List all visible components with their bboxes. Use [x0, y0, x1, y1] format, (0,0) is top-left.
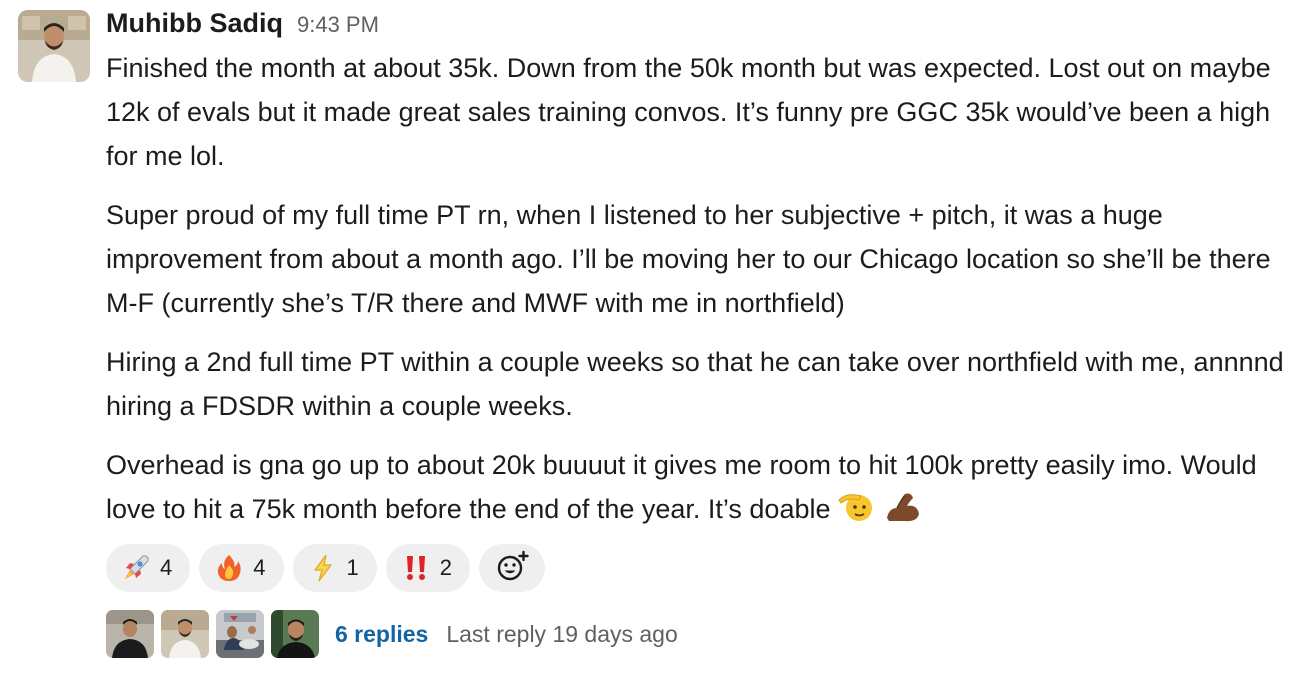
last-reply-text: Last reply 19 days ago [446, 620, 678, 647]
message-timestamp[interactable]: 9:43 PM [297, 12, 379, 38]
saluting-face-icon [837, 488, 877, 537]
author-avatar[interactable] [18, 10, 90, 82]
add-reaction-icon [495, 549, 529, 588]
add-reaction-button[interactable] [479, 544, 545, 592]
thread-summary: 6 replies Last reply 19 days ago [106, 608, 678, 660]
reaction-count: 2 [439, 555, 452, 580]
message-header: Muhibb Sadiq 9:43 PM [106, 8, 1286, 46]
reply-avatar-4[interactable] [271, 610, 319, 658]
message-paragraph-1: Finished the month at about 35k. Down fr… [106, 53, 1271, 171]
rocket-icon [120, 552, 152, 584]
message-paragraph-4: Overhead is gna go up to about 20k buuuu… [106, 443, 1286, 537]
reply-avatar-1[interactable] [106, 610, 154, 658]
message-paragraph-4-text: Overhead is gna go up to about 20k buuuu… [106, 450, 1257, 524]
reaction-fire[interactable]: 4 [199, 544, 284, 592]
reaction-count: 1 [346, 555, 359, 580]
author-name[interactable]: Muhibb Sadiq [106, 8, 283, 39]
reaction-double-exclamation[interactable]: 2 [385, 544, 470, 592]
double-exclamation-icon [400, 552, 432, 584]
reply-avatar-3[interactable] [216, 610, 264, 658]
reply-avatar-2[interactable] [161, 610, 209, 658]
reaction-count: 4 [160, 555, 173, 580]
flexed-biceps-icon [883, 488, 923, 537]
lightning-icon [307, 552, 339, 584]
fire-icon [213, 552, 245, 584]
reaction-rocket[interactable]: 4 [106, 544, 191, 592]
reply-avatars [106, 610, 319, 658]
reaction-count: 4 [253, 555, 266, 580]
message: Muhibb Sadiq 9:43 PM Finished the month … [0, 0, 1298, 680]
message-paragraph-2: Super proud of my full time PT rn, when … [106, 200, 1271, 318]
message-content: Muhibb Sadiq 9:43 PM Finished the month … [106, 8, 1286, 552]
reactions-bar: 4 4 1 2 [106, 544, 545, 592]
reaction-lightning[interactable]: 1 [292, 544, 377, 592]
replies-link[interactable]: 6 replies [335, 621, 428, 648]
message-paragraph-3: Hiring a 2nd full time PT within a coupl… [106, 347, 1284, 421]
